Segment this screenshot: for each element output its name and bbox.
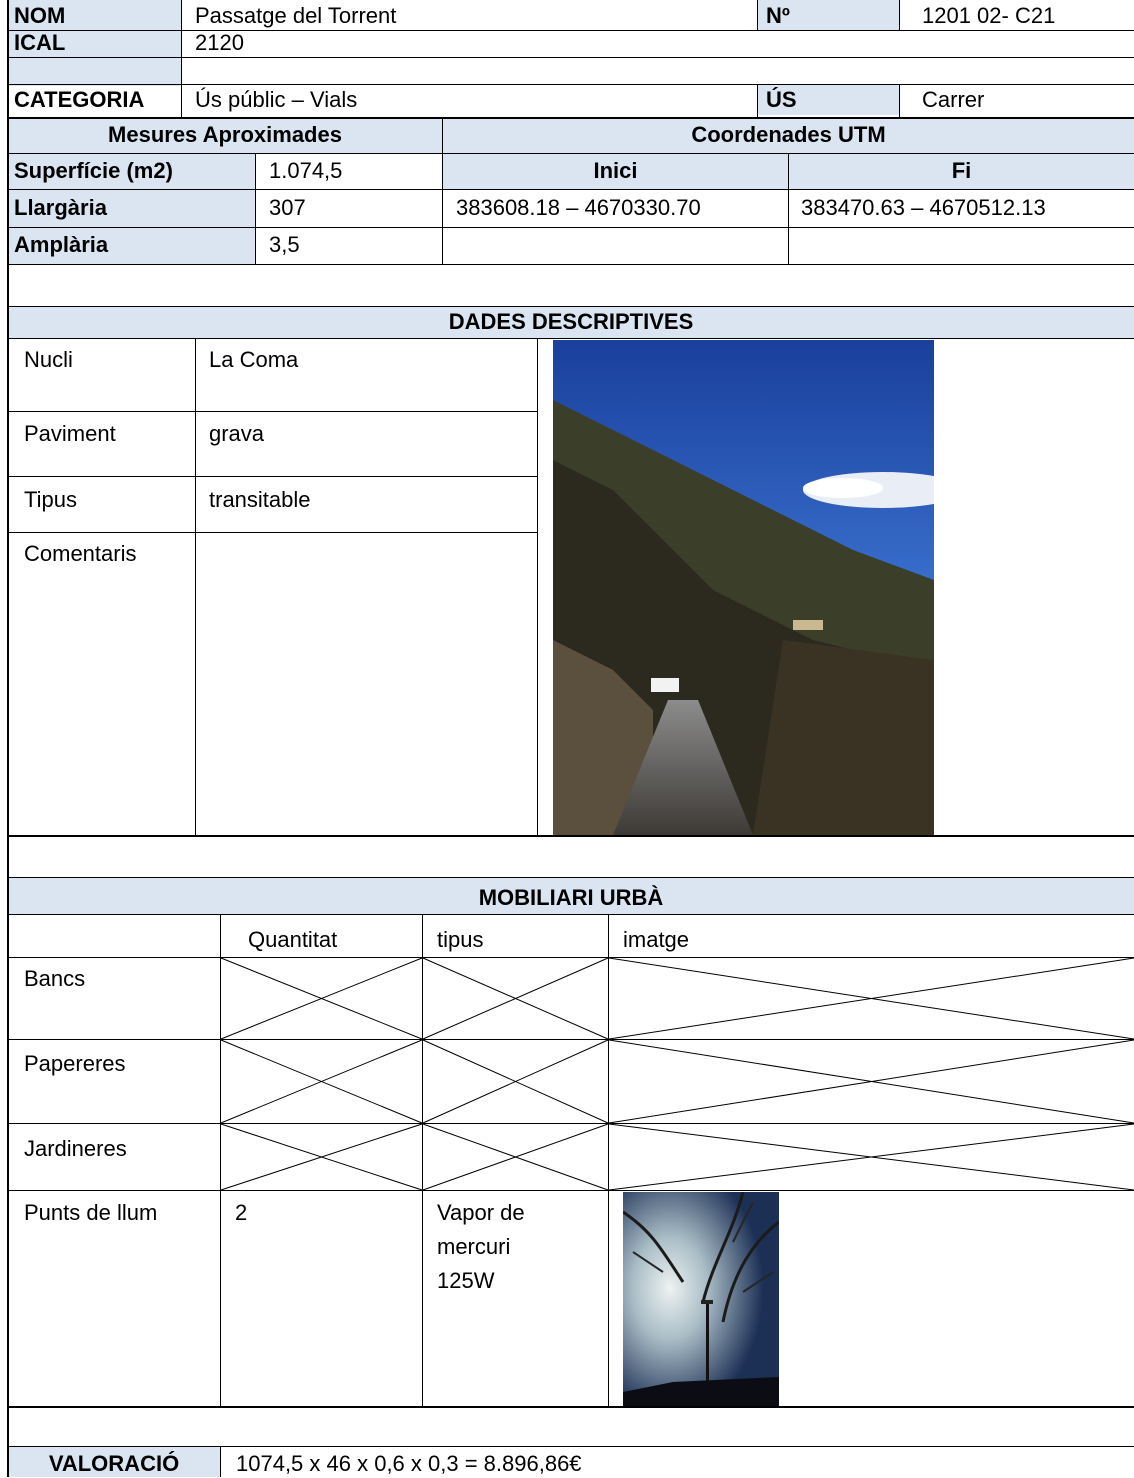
grid-line [195, 411, 537, 412]
empty-cell-cross [422, 1039, 609, 1124]
grid-line [7, 877, 1134, 878]
valoracio-label: VALORACIÓ [48, 1451, 180, 1476]
grid-line [899, 84, 900, 118]
grid-line [757, 84, 758, 118]
grid-line [7, 835, 1134, 837]
inici-label: Inici [593, 158, 638, 183]
superficie-value: 1.074,5 [269, 158, 343, 183]
grid-line [7, 227, 1134, 228]
grid-line [7, 1190, 1134, 1191]
num-value: 1201 02- C21 [922, 3, 1056, 28]
grid-line [7, 532, 537, 533]
us-value: Carrer [922, 87, 985, 112]
street-photo [553, 340, 934, 835]
grid-line [7, 84, 1134, 85]
nucli-value: La Coma [209, 347, 299, 372]
grid-line [7, 57, 1134, 58]
row-punts-llum: Punts de llum [24, 1200, 158, 1225]
empty-cell-cross [220, 957, 423, 1040]
llargaria-label: Llargària [14, 195, 107, 220]
dades-title: DADES DESCRIPTIVES [448, 309, 694, 334]
grid-line [7, 264, 1134, 265]
grid-line [255, 154, 256, 265]
empty-cell-cross [422, 957, 609, 1040]
categoria-value: Ús públic – Vials [195, 87, 358, 112]
fi-label: Fi [951, 158, 972, 183]
empty-cell-cross [608, 1123, 1134, 1191]
col-quantitat: Quantitat [248, 927, 338, 952]
ical-value: 2120 [195, 30, 244, 55]
us-label: ÚS [766, 87, 797, 112]
ical-label: ICAL [14, 30, 66, 55]
grid-line [537, 339, 538, 835]
grid-line [220, 1446, 221, 1477]
row-bancs: Bancs [24, 966, 86, 991]
grid-line [181, 0, 182, 117]
tipus-label: Tipus [24, 487, 77, 512]
row-jardineres: Jardineres [24, 1136, 127, 1161]
grid-line [7, 117, 1134, 119]
grid-line [7, 30, 1134, 31]
grid-line [7, 0, 9, 1477]
grid-line [7, 1406, 1134, 1408]
inici-value: 383608.18 – 4670330.70 [456, 195, 701, 220]
row-papereres: Papereres [24, 1051, 126, 1076]
col-tipus: tipus [437, 927, 484, 952]
punts-llum-tipus-3: 125W [437, 1268, 495, 1293]
nom-label: NOM [14, 3, 66, 28]
grid-line [195, 339, 196, 835]
empty-cell-cross [608, 1039, 1134, 1124]
grid-line [7, 411, 195, 412]
llargaria-value: 307 [269, 195, 306, 220]
empty-cell-cross [220, 1039, 423, 1124]
superficie-label: Superfície (m2) [14, 158, 173, 183]
paviment-label: Paviment [24, 421, 116, 446]
empty-cell-cross [422, 1123, 609, 1191]
mesures-title: Mesures Aproximades [108, 122, 342, 147]
valoracio-value: 1074,5 x 46 x 0,6 x 0,3 = 8.896,86€ [236, 1451, 582, 1476]
categoria-label: CATEGORIA [14, 87, 145, 112]
num-label: Nº [766, 3, 790, 28]
grid-line [7, 338, 1134, 339]
punts-llum-tipus-1: Vapor de [437, 1200, 525, 1225]
street-lamp-photo [623, 1192, 779, 1406]
grid-line [7, 306, 1134, 307]
col-imatge: imatge [623, 927, 690, 952]
fi-value: 383470.63 – 4670512.13 [801, 195, 1046, 220]
empty-cell-cross [608, 957, 1134, 1040]
coordenades-title: Coordenades UTM [691, 122, 886, 147]
grid-line [7, 153, 1134, 154]
comentaris-label: Comentaris [24, 541, 137, 566]
tipus-value: transitable [209, 487, 311, 512]
nucli-label: Nucli [24, 347, 73, 372]
grid-line [757, 0, 758, 31]
grid-line [899, 0, 900, 31]
grid-line [7, 1446, 1134, 1447]
paviment-value: grava [209, 421, 265, 446]
punts-llum-quantitat: 2 [235, 1200, 248, 1225]
nom-value: Passatge del Torrent [195, 3, 397, 28]
grid-line [7, 914, 1134, 915]
grid-line [7, 189, 1134, 190]
grid-line [7, 476, 537, 477]
mobiliari-title: MOBILIARI URBÀ [478, 885, 664, 910]
empty-cell-cross [220, 1123, 423, 1191]
amplaria-label: Amplària [14, 232, 109, 257]
punts-llum-tipus-2: mercuri [437, 1234, 511, 1259]
amplaria-value: 3,5 [269, 232, 300, 257]
